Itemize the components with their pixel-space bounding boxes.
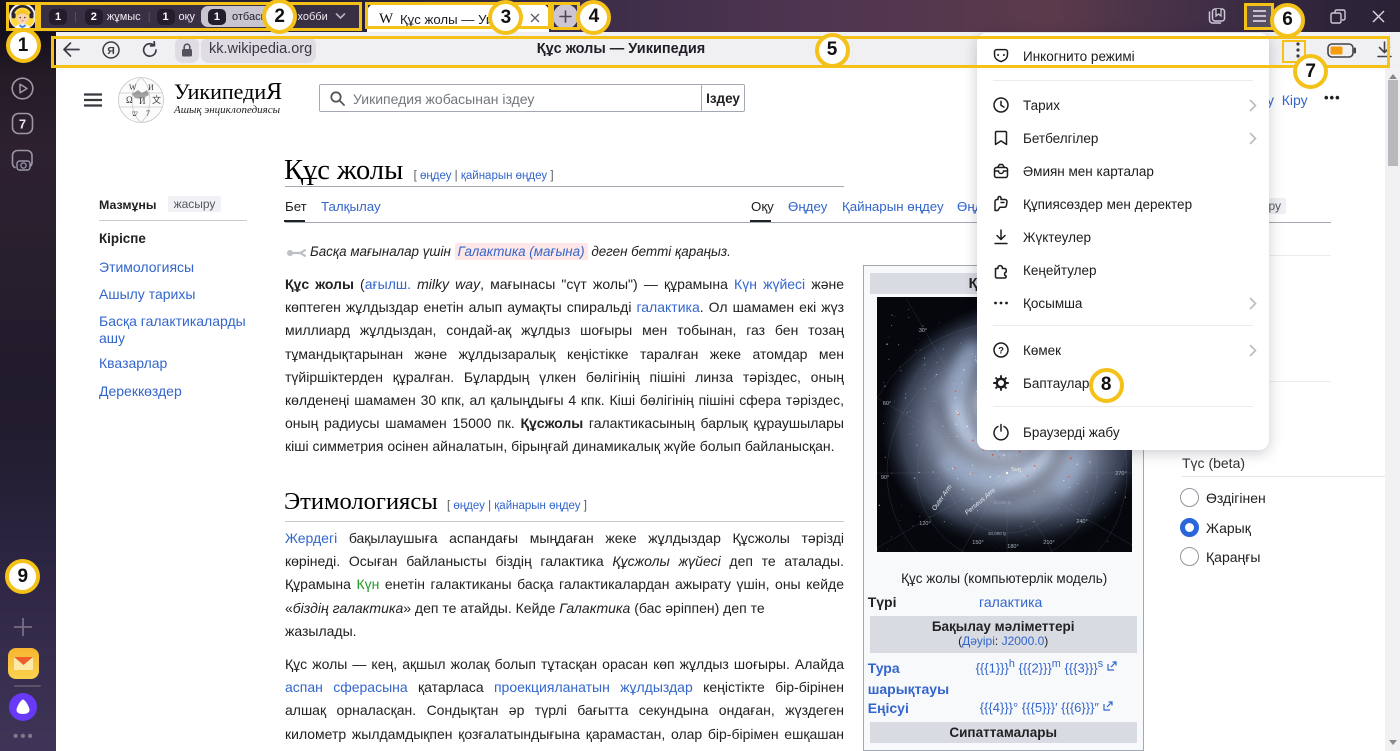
svg-text:10,000 ly: 10,000 ly — [993, 500, 1012, 505]
svg-text:30,000 ly: 30,000 ly — [988, 531, 1007, 536]
svg-text:Ω: Ω — [126, 95, 133, 105]
svg-text:30°: 30° — [919, 328, 927, 334]
svg-text:180°: 180° — [1007, 544, 1018, 550]
svg-text:7: 7 — [19, 117, 26, 132]
svg-text:240°: 240° — [1076, 519, 1087, 525]
svg-text:210°: 210° — [1043, 540, 1054, 546]
svg-text:И: И — [148, 83, 154, 92]
svg-text:150°: 150° — [972, 540, 983, 546]
svg-text:120°: 120° — [919, 521, 930, 527]
svg-text:7: 7 — [146, 109, 150, 118]
svg-text:?: ? — [998, 346, 1004, 357]
svg-text:90°: 90° — [881, 475, 889, 481]
svg-text:270°: 270° — [1115, 471, 1126, 477]
svg-text:Sun: Sun — [1011, 467, 1021, 473]
svg-text:W: W — [129, 83, 137, 92]
svg-text:60°: 60° — [883, 401, 891, 407]
svg-text:文: 文 — [152, 94, 161, 105]
svg-text:ש: ש — [132, 109, 138, 118]
svg-text:Orion Spur: Orion Spur — [995, 478, 1017, 483]
